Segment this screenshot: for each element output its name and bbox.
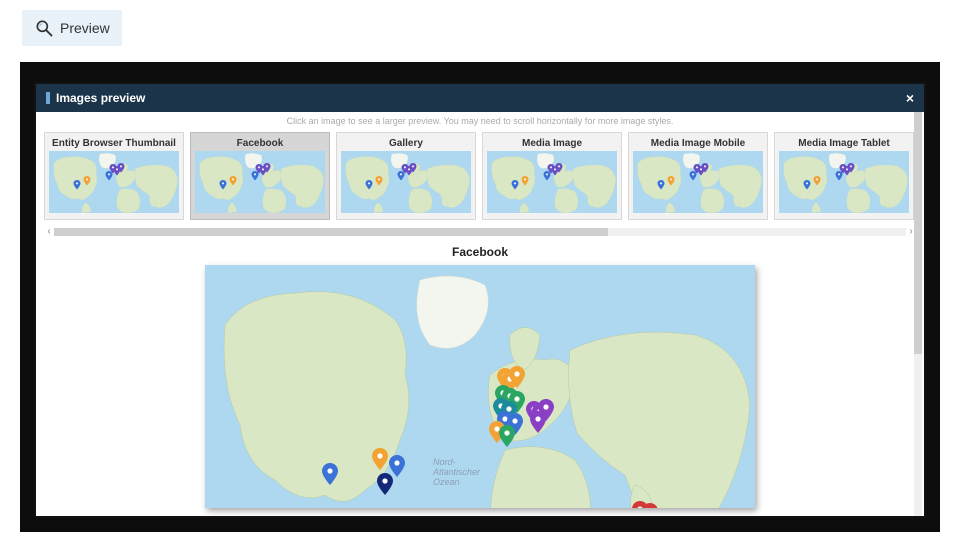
vertical-scrollbar[interactable] bbox=[914, 112, 922, 516]
thumbnail-label: Gallery bbox=[341, 137, 471, 151]
thumbnail-item[interactable]: Entity Browser Thumbnail bbox=[44, 132, 184, 220]
thumbnail-label: Media Image bbox=[487, 137, 617, 151]
thumbnail-label: Media Image Mobile bbox=[633, 137, 763, 151]
preview-button[interactable]: Preview bbox=[22, 10, 122, 46]
header-accent bbox=[46, 92, 50, 104]
modal-header: Images preview × bbox=[36, 84, 924, 112]
close-icon[interactable]: × bbox=[906, 91, 914, 105]
images-preview-modal: Images preview × Click an image to see a… bbox=[34, 82, 926, 518]
thumbnail-label: Entity Browser Thumbnail bbox=[49, 137, 179, 151]
thumbnail-label: Facebook bbox=[195, 137, 325, 151]
modal-backdrop: Images preview × Click an image to see a… bbox=[20, 62, 940, 532]
large-preview-image: Nord-AtlantischerOzean bbox=[205, 265, 755, 508]
preview-button-label: Preview bbox=[60, 20, 110, 36]
scroll-left-button[interactable]: ‹ bbox=[44, 226, 54, 237]
large-preview-title: Facebook bbox=[452, 243, 508, 265]
search-icon bbox=[34, 18, 54, 38]
thumbnail-item[interactable]: Media Image Tablet bbox=[774, 132, 914, 220]
hint-text: Click an image to see a larger preview. … bbox=[36, 112, 924, 132]
modal-title: Images preview bbox=[56, 91, 145, 105]
thumbnail-item[interactable]: Facebook bbox=[190, 132, 330, 220]
thumbnail-item[interactable]: Media Image Mobile bbox=[628, 132, 768, 220]
thumbnail-item[interactable]: Gallery bbox=[336, 132, 476, 220]
thumbnail-label: Media Image Tablet bbox=[779, 137, 909, 151]
scrollbar-thumb[interactable] bbox=[54, 228, 608, 236]
vertical-scrollbar-thumb[interactable] bbox=[914, 112, 922, 354]
thumbnail-strip[interactable]: Entity Browser Thumbnail Facebook Galler… bbox=[44, 132, 916, 224]
thumbnail-item[interactable]: Media Image bbox=[482, 132, 622, 220]
horizontal-scrollbar[interactable] bbox=[54, 228, 906, 236]
